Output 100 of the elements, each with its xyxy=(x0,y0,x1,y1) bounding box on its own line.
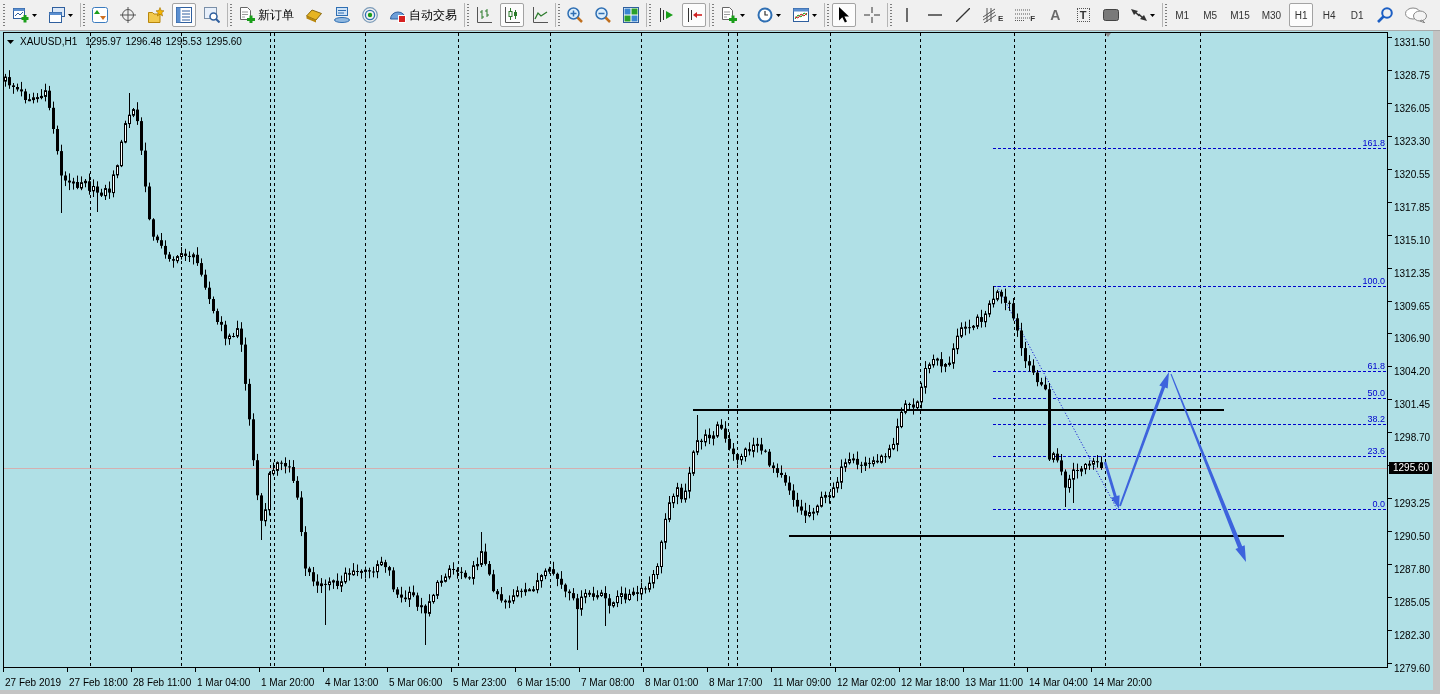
tile-grid-icon xyxy=(623,7,639,23)
time-label: 12 Mar 02:00 xyxy=(837,677,896,689)
clock-icon xyxy=(757,7,773,23)
cursor-button[interactable] xyxy=(832,3,856,27)
folder-star-icon xyxy=(148,7,164,23)
time-label: 1 Mar 20:00 xyxy=(261,677,315,689)
price-label: 1285.05 xyxy=(1394,596,1431,609)
bars-arrow-icon xyxy=(686,7,702,23)
fibonacci-level-label: 0.0 xyxy=(1372,498,1385,509)
price-label: 1331.50 xyxy=(1394,37,1431,49)
cursor-icon xyxy=(838,7,850,23)
time-label: 13 Mar 11:00 xyxy=(965,677,1024,689)
current-price-label: 1295.60 xyxy=(1389,462,1432,474)
diagonal-line-icon xyxy=(956,8,970,22)
price-label: 1282.30 xyxy=(1394,629,1431,642)
zoom-in-icon xyxy=(567,7,583,23)
timeframe-button[interactable]: M30 xyxy=(1257,3,1286,27)
candlestick-chart-button[interactable] xyxy=(500,3,524,27)
time-label: 27 Feb 2019 xyxy=(5,677,62,689)
time-label: 27 Feb 18:00 xyxy=(69,677,128,689)
price-label: 1293.25 xyxy=(1394,498,1431,511)
fibonacci-level-label: 50.0 xyxy=(1367,387,1385,398)
fibonacci-level-label: 61.8 xyxy=(1367,360,1385,371)
time-label: 11 Mar 09:00 xyxy=(773,677,832,689)
time-label: 8 Mar 01:00 xyxy=(645,677,699,689)
time-label: 5 Mar 23:00 xyxy=(453,677,507,689)
line-chart-icon xyxy=(532,7,548,23)
price-label: 1320.55 xyxy=(1394,168,1431,181)
time-label: 1 Mar 04:00 xyxy=(197,677,251,689)
price-label: 1298.70 xyxy=(1394,432,1431,445)
arrows-square-icon xyxy=(92,7,108,23)
timeframe-button[interactable]: M5 xyxy=(1198,3,1223,27)
time-label: 12 Mar 18:00 xyxy=(901,677,960,689)
chart-window-icon xyxy=(793,7,809,23)
price-label: 1290.50 xyxy=(1394,531,1431,544)
ohlc-value: 1295.60 xyxy=(205,36,242,48)
price-label: 1309.65 xyxy=(1394,300,1431,313)
fibonacci-level-label: 23.6 xyxy=(1367,445,1385,456)
document-plus-icon xyxy=(239,7,255,23)
time-label: 14 Mar 04:00 xyxy=(1029,677,1088,689)
fibonacci-level-label: 161.8 xyxy=(1362,137,1385,148)
time-label: 8 Mar 17:00 xyxy=(709,677,763,689)
horizontal-line-icon xyxy=(928,14,942,16)
timeframe-button[interactable]: H1 xyxy=(1289,3,1314,27)
timeframe-button[interactable]: M1 xyxy=(1170,3,1195,27)
symbol-label: XAUUSD,H1 xyxy=(20,36,78,48)
arrows-icon xyxy=(1131,8,1148,22)
window-list-icon xyxy=(176,7,192,23)
ohlc-value: 1296.48 xyxy=(125,36,162,48)
candlestick-icon xyxy=(504,7,520,23)
channel-button[interactable]: E xyxy=(979,3,1008,27)
hatched-lines-icon xyxy=(983,7,999,23)
rectangle-icon xyxy=(1103,9,1120,21)
price-label: 1323.30 xyxy=(1394,135,1431,148)
fibonacci-level-label: 100.0 xyxy=(1362,275,1385,286)
fibonacci-level-label: 38.2 xyxy=(1367,413,1385,424)
time-label: 28 Feb 11:00 xyxy=(133,677,192,689)
down-arrow xyxy=(1103,461,1120,509)
price-label: 1306.90 xyxy=(1394,333,1431,346)
document-plus-icon xyxy=(721,7,737,23)
caret-icon xyxy=(7,40,14,44)
dotted-lines-icon xyxy=(1015,9,1032,21)
chat-icon xyxy=(1405,7,1428,23)
time-label: 7 Mar 08:00 xyxy=(581,677,635,689)
text-label-button[interactable]: T xyxy=(1071,3,1096,27)
price-label: 1301.45 xyxy=(1394,399,1431,412)
fibonacci-button[interactable]: F xyxy=(1011,3,1040,27)
ohlc-value: 1295.97 xyxy=(85,36,122,48)
time-label: 14 Mar 20:00 xyxy=(1093,677,1152,689)
timeframe-button[interactable]: H4 xyxy=(1317,3,1342,27)
price-label: 1328.75 xyxy=(1394,69,1431,82)
auto-trading-button[interactable]: 自动交易 xyxy=(386,3,461,27)
triangle-marker-icon xyxy=(1105,33,1111,37)
vertical-line-icon xyxy=(906,8,908,22)
time-label: 6 Mar 15:00 xyxy=(517,677,571,689)
autoscroll-button[interactable] xyxy=(682,3,706,27)
crosshair-icon xyxy=(864,7,880,23)
window-plus-icon xyxy=(13,7,29,23)
price-label: 1317.85 xyxy=(1394,201,1431,214)
timeframe-button[interactable]: D1 xyxy=(1345,3,1370,27)
ohlc-value: 1295.53 xyxy=(165,36,202,48)
new-order-button[interactable]: 新订单 xyxy=(235,3,298,27)
windows-icon xyxy=(49,7,65,23)
price-label: 1279.60 xyxy=(1394,662,1431,675)
price-label: 1287.80 xyxy=(1394,564,1431,576)
rings-icon xyxy=(362,7,378,23)
target-icon xyxy=(120,7,136,23)
bars-triangle-icon xyxy=(658,7,674,23)
text-button[interactable]: A xyxy=(1043,3,1068,27)
price-label: 1304.20 xyxy=(1394,366,1431,379)
timeframe-button[interactable]: M15 xyxy=(1226,3,1254,27)
window-magnifier-icon xyxy=(204,7,220,23)
ingot-icon xyxy=(306,7,322,23)
time-label: 4 Mar 13:00 xyxy=(325,677,379,689)
terminal-button[interactable] xyxy=(172,3,196,27)
price-label: 1312.35 xyxy=(1394,267,1431,280)
time-label: 5 Mar 06:00 xyxy=(389,677,443,689)
search-icon xyxy=(1377,7,1394,23)
monitor-icon xyxy=(334,7,350,23)
price-label: 1315.10 xyxy=(1394,234,1431,247)
